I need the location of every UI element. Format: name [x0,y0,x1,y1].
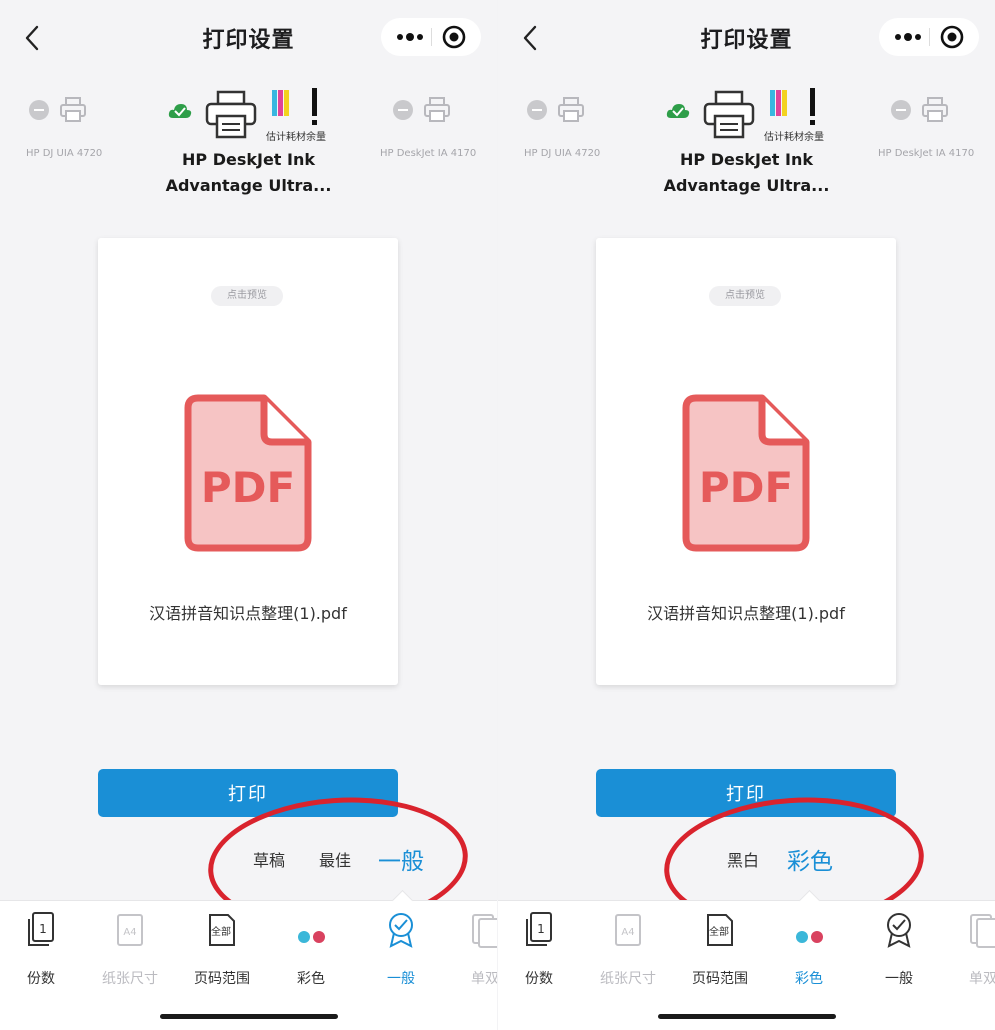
close-miniprogram-icon[interactable] [441,24,467,50]
home-indicator [160,1014,338,1019]
printer-name-line2: Advantage Ultra... [165,176,332,195]
option-best[interactable]: 最佳 [319,847,351,871]
printer-icon [922,97,948,122]
tab-label: 纸张尺寸 [102,971,158,987]
svg-text:PDF: PDF [201,463,295,512]
tab-paper-size[interactable]: A4 纸张尺寸 [593,911,663,991]
capsule-divider [431,28,432,46]
ink-level-icon [272,88,317,125]
settings-tabbar: 1 份数 A4 纸张尺寸 全部 页码范围 彩色 一般 单双 [498,889,995,1030]
tab-page-range[interactable]: 全部 页码范围 [685,911,755,991]
tab-duplex[interactable]: 单双 [948,911,995,991]
left-screen: 打印设置 HP DJ UIA 4720 估计耗材余量 HP DeskJet In… [0,0,497,1030]
tab-label: 彩色 [297,971,325,987]
ink-level-label: 估计耗材余量 [764,132,824,143]
printer-icon [205,90,257,139]
tab-copies[interactable]: 1 份数 [6,911,76,991]
print-button[interactable]: 打印 [596,769,896,817]
printer-icon [703,90,755,139]
svg-text:全部: 全部 [211,925,231,938]
option-color-selected[interactable]: 彩色 [787,842,833,876]
ink-level-label: 估计耗材余量 [266,132,326,143]
option-draft[interactable]: 草稿 [253,847,285,871]
document-preview-card[interactable]: 点击预览 PDF 汉语拼音知识点整理(1).pdf [98,238,398,685]
print-button[interactable]: 打印 [98,769,398,817]
quality-badge-icon [389,913,413,948]
tab-label: 一般 [387,971,415,987]
preview-chip[interactable]: 点击预览 [709,286,781,306]
svg-text:1: 1 [537,922,545,936]
printer-icon [424,97,450,122]
printer-next[interactable]: HP DeskJet IA 4170 [878,94,988,164]
option-normal-selected[interactable]: 一般 [378,842,424,876]
tab-copies[interactable]: 1 份数 [504,911,574,991]
close-miniprogram-icon[interactable] [939,24,965,50]
svg-text:A4: A4 [621,927,634,938]
document-preview-card[interactable]: 点击预览 PDF 汉语拼音知识点整理(1).pdf [596,238,896,685]
active-tab-pointer [798,889,821,912]
miniprogram-capsule [879,18,979,56]
ink-level-icon [770,88,815,125]
duplex-icon [970,914,995,948]
tab-label: 单双 [969,971,995,987]
copies-icon: 1 [526,912,552,946]
svg-text:A4: A4 [123,927,136,938]
printer-next-name: HP DeskJet IA 4170 [380,148,477,159]
svg-text:全部: 全部 [709,925,729,938]
home-indicator [658,1014,836,1019]
tab-label: 份数 [27,971,55,987]
tab-page-range[interactable]: 全部 页码范围 [187,911,257,991]
tab-label: 纸张尺寸 [600,971,656,987]
printer-next[interactable]: HP DeskJet IA 4170 [380,94,490,164]
duplex-icon [472,914,497,948]
tab-color[interactable]: 彩色 [276,911,346,991]
printer-name-line2: Advantage Ultra... [663,176,830,195]
tab-label: 一般 [885,971,913,987]
tab-quality[interactable]: 一般 [366,911,436,991]
offline-icon [393,100,413,120]
quality-badge-icon [887,913,911,948]
tab-quality[interactable]: 一般 [864,911,934,991]
paper-size-icon: A4 [117,914,143,946]
page-range-icon: 全部 [209,914,235,946]
option-mono[interactable]: 黑白 [727,847,759,871]
tab-label: 单双 [471,971,497,987]
pdf-file-icon: PDF [184,394,312,552]
color-dots-icon [796,931,823,943]
tab-label: 彩色 [795,971,823,987]
page-range-icon: 全部 [707,914,733,946]
printer-next-name: HP DeskJet IA 4170 [878,148,975,159]
color-dots-icon [298,931,325,943]
settings-tabbar: 1 份数 A4 纸张尺寸 全部 页码范围 彩色 一般 单双 [0,889,497,1030]
more-icon[interactable] [395,28,425,46]
cloud-check-icon [168,104,192,118]
capsule-divider [929,28,930,46]
tab-paper-size[interactable]: A4 纸张尺寸 [95,911,165,991]
miniprogram-capsule [381,18,481,56]
file-name: 汉语拼音知识点整理(1).pdf [149,604,347,623]
tab-color[interactable]: 彩色 [774,911,844,991]
tab-label: 页码范围 [194,971,250,987]
pdf-file-icon: PDF [682,394,810,552]
more-icon[interactable] [893,28,923,46]
tab-label: 份数 [525,971,553,987]
tab-label: 页码范围 [692,971,748,987]
svg-text:1: 1 [39,922,47,936]
tab-duplex[interactable]: 单双 [450,911,497,991]
svg-text:PDF: PDF [699,463,793,512]
preview-chip[interactable]: 点击预览 [211,286,283,306]
cloud-check-icon [666,104,690,118]
paper-size-icon: A4 [615,914,641,946]
file-name: 汉语拼音知识点整理(1).pdf [647,604,845,623]
offline-icon [891,100,911,120]
copies-icon: 1 [28,912,54,946]
active-tab-pointer [391,889,414,912]
right-screen: 打印设置 HP DJ UIA 4720 估计耗材余量 HP DeskJet In… [498,0,995,1030]
